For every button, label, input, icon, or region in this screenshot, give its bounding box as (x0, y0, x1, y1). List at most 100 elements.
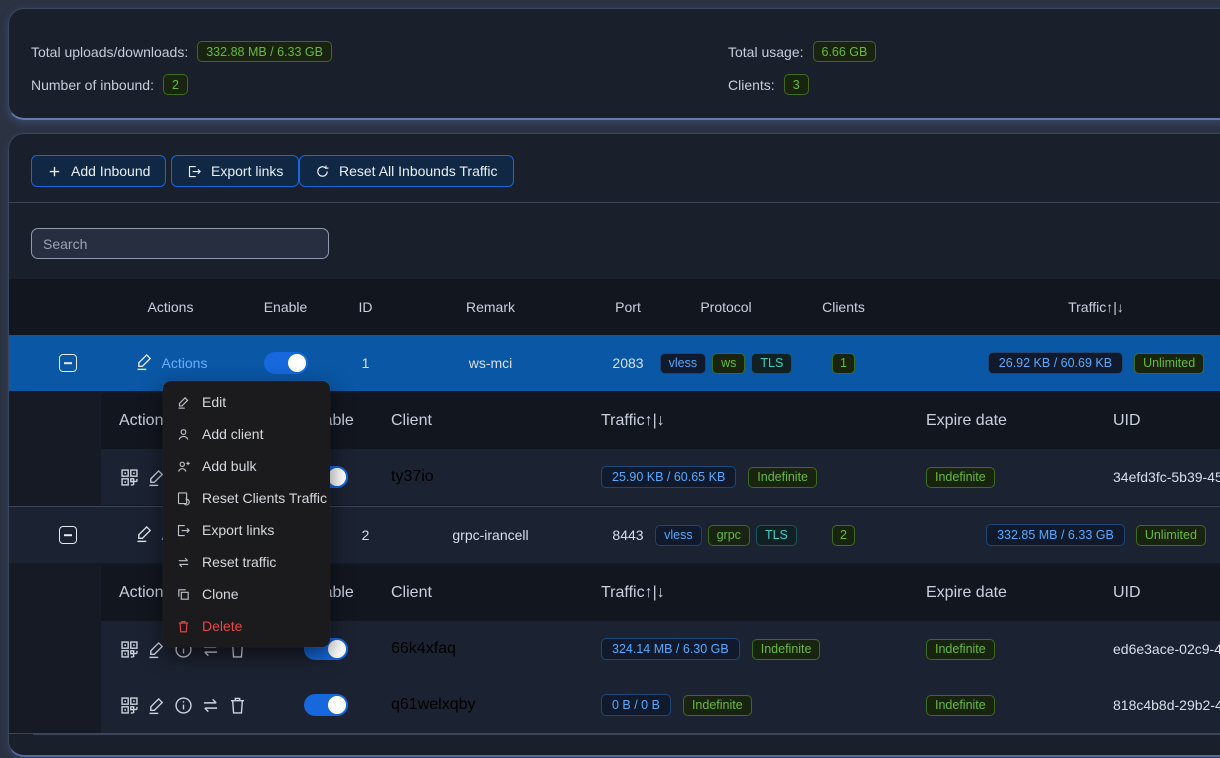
transport-tag: ws (712, 353, 745, 374)
stat-total-usage: Total usage: 6.66 GB (728, 41, 876, 62)
stat-label: Clients: (728, 77, 775, 93)
sub-header-uid: UID (1113, 565, 1141, 621)
tls-tag: TLS (756, 525, 797, 546)
tls-tag: TLS (751, 353, 792, 374)
client-expire-cell: Indefinite (926, 621, 995, 677)
search-box (31, 228, 329, 259)
edit-icon (176, 395, 191, 410)
sub-header-client: Client (391, 565, 432, 621)
enable-toggle[interactable] (264, 352, 308, 374)
qrcode-icon[interactable] (119, 467, 140, 488)
menu-item-export-links[interactable]: Export links (163, 514, 330, 546)
reset-document-icon (176, 491, 191, 506)
menu-item-reset-traffic[interactable]: Reset traffic (163, 546, 330, 578)
traffic-cell: 26.92 KB / 60.69 KB Unlimited (931, 335, 1220, 391)
traffic-badge: 26.92 KB / 60.69 KB (988, 352, 1123, 374)
qrcode-icon[interactable] (119, 639, 140, 660)
divider (33, 734, 1220, 735)
protocol-tag: vless (660, 353, 706, 374)
header-remark: Remark (398, 279, 583, 335)
sub-header-traffic-sortable[interactable]: Traffic↑|↓ (601, 565, 665, 621)
client-traffic-badge: 0 B / 0 B (601, 694, 671, 716)
menu-item-label: Reset traffic (202, 554, 276, 570)
delete-client-icon[interactable] (227, 695, 248, 716)
menu-item-add-client[interactable]: Add client (163, 418, 330, 450)
search-input[interactable] (43, 236, 317, 252)
client-traffic-badge: 324.14 MB / 6.30 GB (601, 638, 740, 660)
menu-item-label: Reset Clients Traffic (202, 490, 327, 506)
export-links-label: Export links (211, 163, 283, 179)
stat-clients: Clients: 3 (728, 74, 876, 95)
stats-left-group: Total uploads/downloads: 332.88 MB / 6.3… (31, 41, 332, 95)
remark-cell: ws-mci (398, 335, 583, 391)
client-expire-cell: Indefinite (926, 449, 995, 505)
clients-count-cell: 1 (806, 335, 881, 391)
sub-header-uid: UID (1113, 393, 1141, 449)
edit-client-icon[interactable] (146, 695, 167, 716)
header-id: ID (333, 279, 398, 335)
stat-label: Total uploads/downloads: (31, 44, 188, 60)
reset-client-traffic-icon[interactable] (200, 695, 221, 716)
clients-count-badge: 2 (832, 525, 855, 546)
stat-value-badge: 332.88 MB / 6.33 GB (197, 41, 332, 62)
sub-header-expire: Expire date (926, 393, 1007, 449)
stat-value-badge: 3 (784, 74, 809, 95)
client-enable-toggle[interactable] (304, 694, 348, 716)
menu-item-add-bulk[interactable]: Add bulk (163, 450, 330, 482)
edit-icon[interactable] (134, 351, 155, 375)
stat-value-badge: 6.66 GB (813, 41, 877, 62)
client-expire-badge: Indefinite (926, 467, 995, 488)
export-icon (176, 523, 191, 538)
actions-dropdown-link[interactable]: Actions (162, 355, 208, 371)
sub-header-traffic-sortable[interactable]: Traffic↑|↓ (601, 393, 665, 449)
header-clients: Clients (806, 279, 881, 335)
qrcode-icon[interactable] (119, 695, 140, 716)
header-traffic-sortable[interactable]: Traffic↑|↓ (931, 279, 1220, 335)
menu-item-clone[interactable]: Clone (163, 578, 330, 610)
menu-item-label: Delete (202, 618, 242, 634)
id-cell: 2 (333, 507, 398, 563)
reset-all-traffic-label: Reset All Inbounds Traffic (339, 163, 498, 179)
swap-arrows-icon (176, 555, 191, 570)
inbounds-page: Total uploads/downloads: 332.88 MB / 6.3… (0, 0, 1220, 758)
add-inbound-button[interactable]: Add Inbound (31, 155, 166, 187)
client-expire-badge: Indefinite (926, 639, 995, 660)
client-name: 66k4xfaq (391, 621, 456, 677)
reset-all-traffic-button[interactable]: Reset All Inbounds Traffic (299, 155, 514, 187)
collapse-row-button[interactable] (59, 526, 77, 544)
protocol-cell: vless ws TLS (646, 335, 806, 391)
client-traffic-badge: 25.90 KB / 60.65 KB (601, 466, 736, 488)
menu-item-edit[interactable]: Edit (163, 386, 330, 418)
expand-cell (33, 335, 103, 391)
client-limit-badge: Indefinite (752, 639, 821, 660)
protocol-cell: vless grpc TLS (646, 507, 806, 563)
client-enable-cell (304, 677, 348, 733)
collapse-row-button[interactable] (59, 354, 77, 372)
sub-header-expire: Expire date (926, 565, 1007, 621)
menu-item-delete[interactable]: Delete (163, 610, 330, 642)
traffic-badge: 332.85 MB / 6.33 GB (986, 524, 1125, 546)
export-links-button[interactable]: Export links (171, 155, 299, 187)
add-inbound-label: Add Inbound (71, 163, 150, 179)
sub-header-client: Client (391, 393, 432, 449)
stats-right-group: Total usage: 6.66 GB Clients: 3 (728, 41, 876, 95)
transport-tag: grpc (708, 525, 750, 546)
clients-count-cell: 2 (806, 507, 881, 563)
actions-dropdown-menu: Edit Add client Add bulk Reset Clients T… (163, 381, 330, 647)
stat-number-inbound: Number of inbound: 2 (31, 74, 332, 95)
menu-item-label: Edit (202, 394, 226, 410)
traffic-limit-badge: Unlimited (1134, 353, 1204, 374)
menu-item-reset-clients-traffic[interactable]: Reset Clients Traffic (163, 482, 330, 514)
person-icon (176, 427, 191, 442)
client-name: q61welxqby (391, 677, 476, 733)
clients-count-badge: 1 (832, 353, 855, 374)
id-cell: 1 (333, 335, 398, 391)
protocol-tag: vless (655, 525, 701, 546)
client-name: ty37io (391, 449, 434, 505)
person-plus-icon (176, 459, 191, 474)
edit-icon[interactable] (134, 523, 155, 547)
client-actions (119, 677, 248, 733)
reload-icon (315, 164, 330, 179)
table-header-row: Actions Enable ID Remark Port Protocol C… (9, 279, 1220, 335)
info-icon[interactable] (173, 695, 194, 716)
